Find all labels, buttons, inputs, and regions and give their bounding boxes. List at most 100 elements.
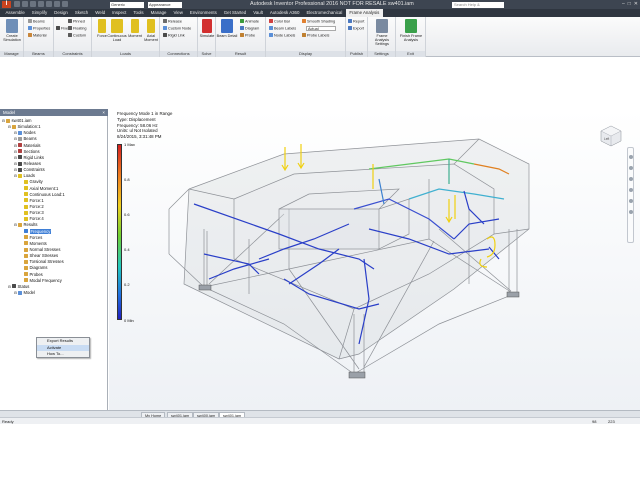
tab-environments[interactable]: Environments (186, 9, 220, 17)
display-mode-select[interactable]: Actual (306, 26, 336, 31)
maximize-icon[interactable]: □ (628, 1, 631, 7)
tab-frame-analysis[interactable]: Frame Analysis (345, 9, 383, 17)
export-button[interactable]: Export (348, 26, 364, 32)
group-result: Beam Detail Animate Diagram Probe Result (216, 17, 266, 57)
floating-icon (68, 26, 72, 30)
viewcube-face-label: Left (604, 137, 609, 141)
steering-wheel-icon[interactable] (628, 155, 633, 159)
diagram-button[interactable]: Diagram (240, 26, 259, 32)
continuous-load-icon (111, 19, 123, 33)
beams-button[interactable]: Beams (28, 19, 45, 25)
group-exit: Finish Frame Analysis Exit (396, 17, 426, 57)
context-menu-item[interactable]: How To... (37, 351, 89, 358)
animate-button[interactable]: Animate (240, 19, 259, 25)
tab-electromechanical[interactable]: Electromechanical (303, 9, 346, 17)
search-help-input[interactable]: Search Help & Commands... (452, 1, 504, 13)
floating-button[interactable]: Floating (68, 26, 87, 32)
pinned-label: Pinned (73, 19, 85, 24)
frame-model-3d[interactable] (109, 109, 640, 410)
create-simulation-button[interactable]: Create Simulation (2, 19, 22, 42)
close-icon[interactable]: × (102, 109, 105, 116)
tree-item-label: Force:2 (29, 203, 44, 209)
tab-assemble[interactable]: Assemble (2, 9, 28, 17)
inventor-logo-icon[interactable]: I (2, 1, 11, 8)
quick-access-toolbar (14, 1, 68, 8)
release-button[interactable]: Release (163, 19, 182, 25)
tree-item-label: Frequency (29, 228, 52, 234)
group-connections: Release Custom Node Rigid Link Connectio… (160, 17, 198, 57)
color-bar-button[interactable]: Color Bar (269, 19, 290, 25)
tree-item-label: Constraints (23, 167, 45, 173)
appearance-combo[interactable]: Appearance (148, 1, 182, 8)
probe-labels-button[interactable]: Probe Labels (302, 33, 329, 39)
graphics-window[interactable]: Frequency Mode 1 in Range Type: Displace… (109, 109, 640, 410)
node-labels-button[interactable]: Node Labels (269, 33, 295, 39)
tree-item-label: Results (23, 222, 38, 228)
save-icon[interactable] (30, 1, 36, 7)
publish-group-label: Publish (346, 51, 367, 57)
custom-constraint-button[interactable]: Custom (68, 33, 86, 39)
tree-node-icon (12, 284, 16, 289)
simulate-icon (202, 19, 212, 33)
tab-inspect[interactable]: Inspect (109, 9, 130, 17)
release-label: Release (168, 19, 182, 24)
tab-sketch[interactable]: Sketch (71, 9, 91, 17)
tab-get-started[interactable]: Get Started (220, 9, 249, 17)
simulate-button[interactable]: Simulate (198, 19, 216, 38)
continuous-load-button[interactable]: Continuous Load (106, 19, 128, 42)
probe-labels-label: Probe Labels (307, 33, 330, 38)
diagram-icon (240, 26, 244, 30)
look-at-icon[interactable] (628, 199, 633, 203)
home-icon[interactable] (54, 1, 60, 7)
smooth-shading-button[interactable]: Smooth Shading (302, 19, 335, 25)
finish-frame-analysis-button[interactable]: Finish Frame Analysis (399, 19, 423, 42)
tree-item-label: Force:1 (29, 197, 44, 203)
rigid-link-button[interactable]: Rigid Link (163, 33, 185, 39)
tab-tools[interactable]: Tools (130, 9, 147, 17)
tree-node-icon (24, 278, 28, 283)
report-button[interactable]: Report (348, 19, 364, 25)
pan-icon[interactable] (628, 166, 633, 170)
zoom-icon[interactable] (628, 177, 633, 181)
minimize-icon[interactable]: – (622, 1, 625, 7)
open-icon[interactable] (22, 1, 28, 7)
solve-group-label: Solve (198, 51, 215, 57)
moment-button[interactable]: Moment (128, 19, 142, 38)
beam-labels-button[interactable]: Beam Labels (269, 26, 296, 32)
tab-autodesk-a360[interactable]: Autodesk A360 (266, 9, 303, 17)
new-icon[interactable] (14, 1, 20, 7)
group-display: Color Bar Beam Labels Node Labels Smooth… (266, 17, 346, 57)
tree-node-icon (24, 229, 28, 234)
axial-moment-button[interactable]: Axial Moment (142, 19, 160, 42)
select-icon[interactable] (62, 1, 68, 7)
zoom-all-icon[interactable] (628, 210, 633, 214)
properties-button[interactable]: Properties (28, 26, 50, 32)
probe-button[interactable]: Probe (240, 33, 255, 39)
beam-detail-button[interactable]: Beam Detail (216, 19, 238, 38)
tab-design[interactable]: Design (51, 9, 72, 17)
report-icon (348, 19, 352, 23)
material-button[interactable]: Material (28, 33, 47, 39)
undo-icon[interactable] (38, 1, 44, 7)
tab-manage[interactable]: Manage (147, 9, 170, 17)
tree-node-icon (24, 192, 28, 197)
frame-analysis-settings-button[interactable]: Frame Analysis Settings (370, 19, 394, 46)
tree-item-label: Force:3 (29, 210, 44, 216)
redo-icon[interactable] (46, 1, 52, 7)
tab-simplify[interactable]: Simplify (28, 9, 50, 17)
tree-item-label: Nodes (23, 130, 36, 136)
tab-view[interactable]: View (170, 9, 186, 17)
material-combo[interactable]: Generic (110, 1, 144, 8)
tab-vault[interactable]: Vault (250, 9, 267, 17)
close-icon[interactable]: ✕ (634, 1, 638, 7)
tree-node-icon (18, 143, 22, 148)
orbit-icon[interactable] (628, 188, 633, 192)
tree-node-icon (6, 118, 10, 123)
viewcube[interactable]: Left (600, 125, 622, 147)
pinned-button[interactable]: Pinned (68, 19, 85, 25)
model-browser: Model × ⊟ sw401.iam ⊟ Simulation:1 ⊟ Nodes ⊟ Be… (0, 109, 108, 410)
tab-weld[interactable]: Weld (92, 9, 109, 17)
browser-title[interactable]: Model (3, 110, 15, 115)
tree-item[interactable]: ⊟ Model (2, 290, 106, 296)
custom-node-button[interactable]: Custom Node (163, 26, 191, 32)
